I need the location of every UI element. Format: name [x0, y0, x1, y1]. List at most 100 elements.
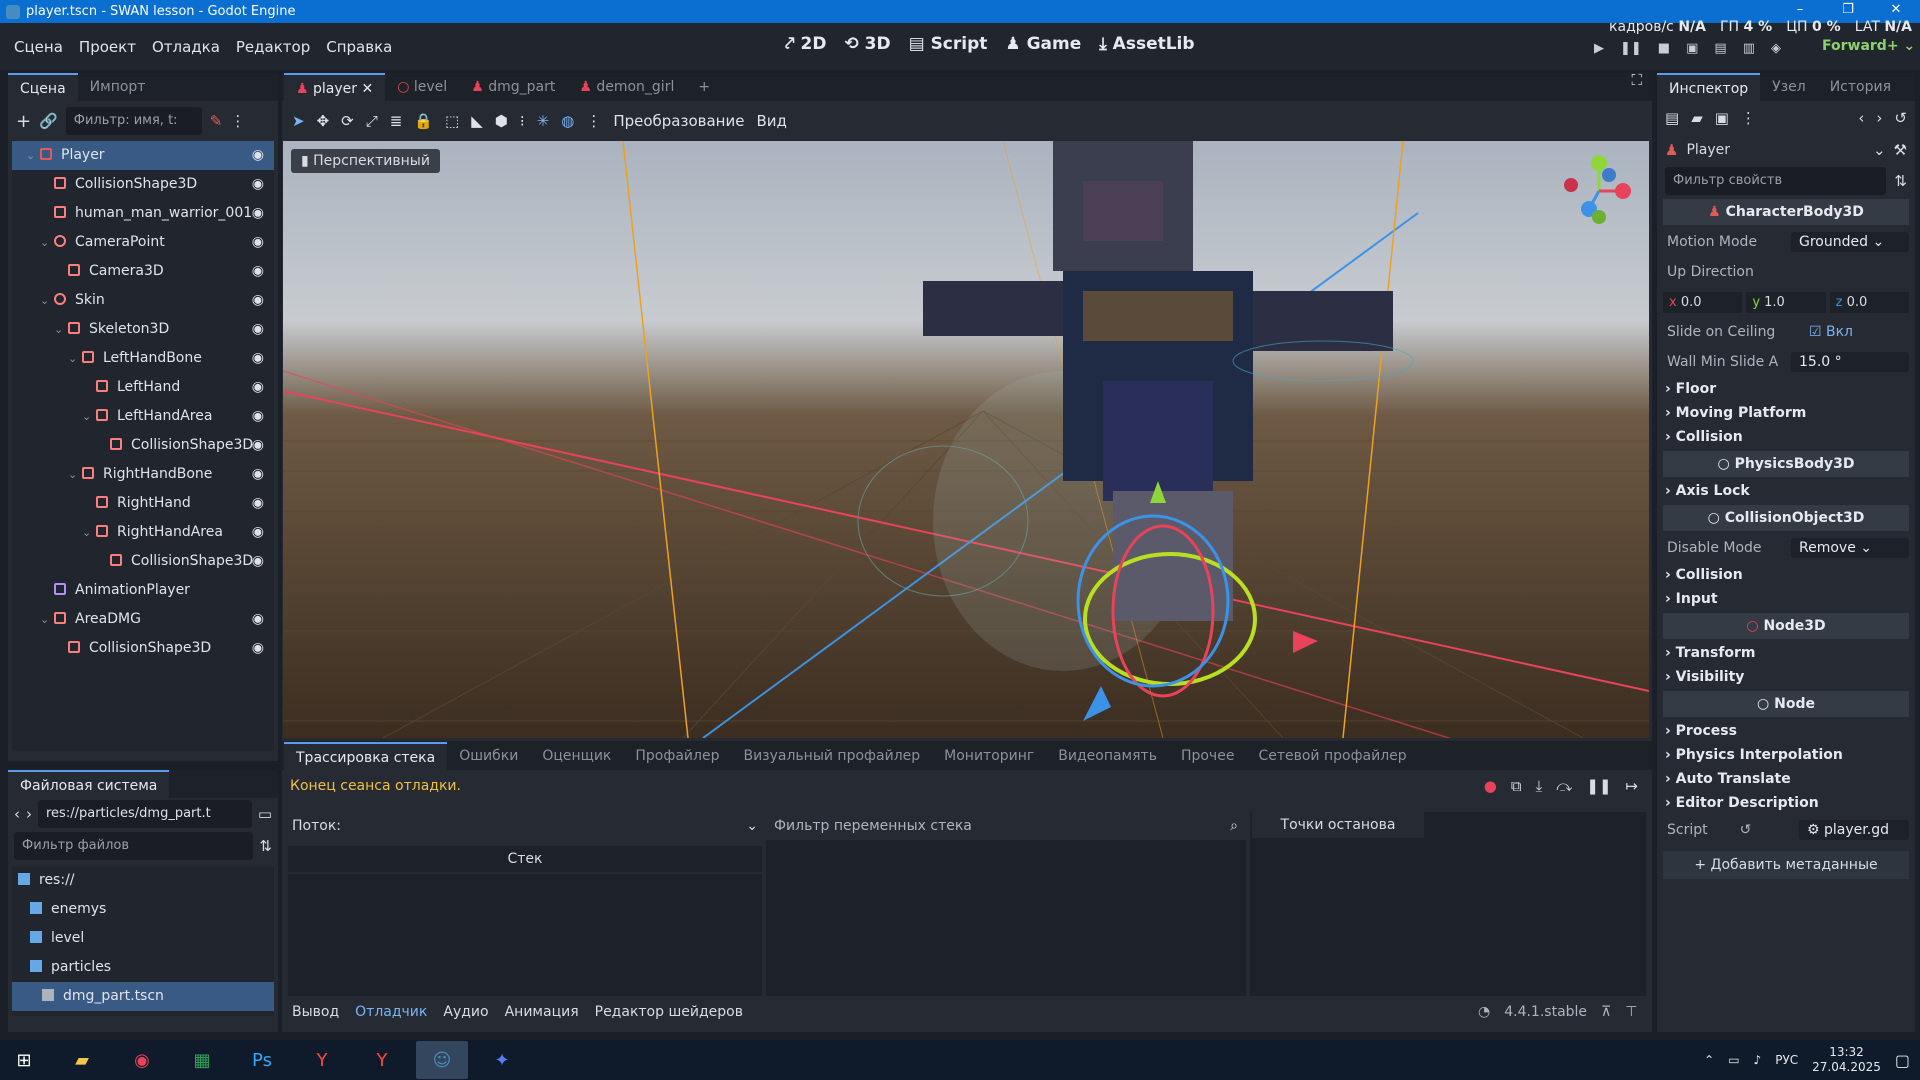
scale-tool-icon[interactable]: ⤢ — [366, 112, 378, 130]
list-select-icon[interactable]: ≣ — [390, 112, 403, 130]
select-tool-icon[interactable]: ➤ — [292, 112, 305, 130]
debugger-tab-0[interactable]: Трассировка стека — [284, 742, 448, 770]
pause-debug-icon[interactable]: ❚❚ — [1586, 777, 1611, 795]
open-folder-icon[interactable]: ▰ — [1691, 109, 1703, 127]
inspector-tab-1[interactable]: Узел — [1760, 73, 1818, 101]
history-back-icon[interactable]: ‹ — [1858, 109, 1864, 127]
scene-node-6[interactable]: ⌄ Skeleton3D ◉ — [12, 315, 274, 344]
stack-var-filter[interactable]: Фильтр переменных стека — [774, 818, 972, 834]
copy-icon[interactable]: ⧉ — [1511, 777, 1522, 795]
step-into-icon[interactable]: ⤓ — [1536, 777, 1543, 795]
scene-tab-demon_girl[interactable]: ♟ demon_girl — [567, 73, 686, 101]
section-floor[interactable]: › Floor — [1657, 377, 1915, 401]
class-header-node3d[interactable]: ○ Node3D — [1663, 613, 1909, 639]
axis-gizmo[interactable] — [1559, 151, 1639, 231]
visibility-eye-icon[interactable]: ◉ — [252, 344, 264, 373]
debugger-tab-8[interactable]: Сетевой профайлер — [1246, 742, 1418, 770]
visibility-eye-icon[interactable]: ◉ — [252, 286, 264, 315]
section-visibility[interactable]: › Visibility — [1657, 665, 1915, 689]
expand-arrow-icon[interactable]: ⌄ — [82, 402, 96, 431]
pin-icon[interactable]: ⊼ — [1601, 1004, 1611, 1020]
yandex-icon[interactable]: Y — [356, 1041, 408, 1079]
scene-node-13[interactable]: ⌄ RightHandArea ◉ — [12, 518, 274, 547]
section-input[interactable]: › Input — [1657, 587, 1915, 611]
workspace-game-button[interactable]: ♟ Game — [1005, 34, 1081, 54]
menu-item-2[interactable]: Отладка — [144, 38, 228, 56]
remote-debug-icon[interactable]: ▣ — [1686, 41, 1698, 56]
start-windows-icon[interactable]: ⊞ — [0, 1041, 48, 1079]
sun-icon[interactable]: ✳ — [537, 112, 550, 130]
class-header-collisionobject3d[interactable]: ○ CollisionObject3D — [1663, 505, 1909, 531]
continue-icon[interactable]: ↦ — [1625, 777, 1638, 795]
bottom-tab-0[interactable]: Вывод — [292, 1004, 339, 1020]
fullscreen-icon[interactable]: ⛶ — [1631, 71, 1642, 89]
scene-node-11[interactable]: ⌄ RightHandBone ◉ — [12, 460, 274, 489]
fs-item-1[interactable]: enemys — [12, 895, 274, 924]
visibility-eye-icon[interactable]: ◉ — [252, 315, 264, 344]
save-icon[interactable]: ▣ — [1715, 109, 1729, 127]
new-resource-icon[interactable]: ▤ — [1665, 109, 1679, 127]
scene-tab-player[interactable]: ♟ player ✕ — [284, 73, 386, 101]
rocket-app-icon[interactable]: ✦ — [476, 1041, 528, 1079]
scene-node-7[interactable]: ⌄ LeftHandBone ◉ — [12, 344, 274, 373]
play-icon[interactable]: ▶ — [1594, 41, 1604, 56]
section-editor-description[interactable]: › Editor Description — [1657, 791, 1915, 815]
tab-scene[interactable]: Сцена — [8, 73, 78, 101]
visibility-eye-icon[interactable]: ◉ — [252, 489, 264, 518]
scene-node-1[interactable]: CollisionShape3D ◉ — [12, 170, 274, 199]
add-scene-tab-icon[interactable]: + — [686, 73, 722, 101]
bottom-tab-1[interactable]: Отладчик — [355, 1004, 427, 1020]
fs-item-3[interactable]: particles — [12, 953, 274, 982]
tray-expand-icon[interactable]: ⌃ — [1704, 1053, 1714, 1067]
tool-icon[interactable]: ⚒ — [1894, 141, 1907, 159]
network-icon[interactable]: ▭ — [1728, 1053, 1739, 1067]
fs-item-2[interactable]: level — [12, 924, 274, 953]
step-over-icon[interactable]: ⤼ — [1556, 777, 1572, 795]
expand-panel-icon[interactable]: ⊤ — [1625, 1004, 1637, 1020]
transform-menu[interactable]: Преобразование — [613, 112, 744, 130]
visibility-eye-icon[interactable]: ◉ — [252, 141, 264, 170]
visibility-eye-icon[interactable]: ◉ — [252, 373, 264, 402]
class-header-characterbody3d[interactable]: ♟ CharacterBody3D — [1663, 199, 1909, 225]
fs-item-0[interactable]: res:// — [12, 866, 274, 895]
chrome-icon[interactable]: ◉ — [116, 1041, 168, 1079]
debugger-tab-7[interactable]: Прочее — [1169, 742, 1246, 770]
debugger-tab-4[interactable]: Визуальный профайлер — [731, 742, 932, 770]
scene-node-3[interactable]: ⌄ CameraPoint ◉ — [12, 228, 274, 257]
bottom-tab-2[interactable]: Аудио — [443, 1004, 488, 1020]
scene-node-14[interactable]: CollisionShape3D ◉ — [12, 547, 274, 576]
visibility-eye-icon[interactable]: ◉ — [252, 605, 264, 634]
inspector-tab-2[interactable]: История — [1818, 73, 1903, 101]
menu-item-0[interactable]: Сцена — [6, 38, 71, 56]
expand-arrow-icon[interactable]: ⌄ — [26, 141, 40, 170]
visibility-eye-icon[interactable]: ◉ — [252, 199, 264, 228]
excel-icon[interactable]: ▦ — [176, 1041, 228, 1079]
visibility-eye-icon[interactable]: ◉ — [252, 257, 264, 286]
pause-icon[interactable]: ❚❚ — [1620, 41, 1642, 56]
debugger-tab-5[interactable]: Мониторинг — [932, 742, 1046, 770]
scene-node-5[interactable]: ⌄ Skin ◉ — [12, 286, 274, 315]
disable-mode-select[interactable]: Remove ⌄ — [1791, 538, 1909, 558]
play-custom-icon[interactable]: ▥ — [1743, 41, 1755, 56]
workspace-3d-button[interactable]: ⟲ 3D — [844, 34, 890, 54]
language-indicator[interactable]: РУС — [1775, 1053, 1798, 1067]
view-menu[interactable]: Вид — [756, 112, 786, 130]
renderer-select[interactable]: Forward+ ⌄ — [1822, 38, 1915, 54]
debugger-tab-3[interactable]: Профайлер — [623, 742, 731, 770]
expand-arrow-icon[interactable]: ⌄ — [40, 605, 54, 634]
section-moving-platform[interactable]: › Moving Platform — [1657, 401, 1915, 425]
rotate-tool-icon[interactable]: ⟳ — [341, 112, 354, 130]
ruler-icon[interactable]: ◣ — [471, 112, 483, 130]
bottom-tab-3[interactable]: Анимация — [505, 1004, 579, 1020]
group-icon[interactable]: ⬚ — [445, 112, 459, 130]
scene-node-12[interactable]: RightHand ◉ — [12, 489, 274, 518]
photoshop-icon[interactable]: Ps — [236, 1041, 288, 1079]
section-collision-2[interactable]: › Collision — [1657, 563, 1915, 587]
yandex-browser-icon[interactable]: Y — [296, 1041, 348, 1079]
scene-node-15[interactable]: AnimationPlayer — [12, 576, 274, 605]
workspace-assetlib-button[interactable]: ⤓ AssetLib — [1099, 34, 1194, 54]
expand-arrow-icon[interactable]: ⌄ — [68, 344, 82, 373]
back-icon[interactable]: ‹ — [14, 805, 20, 823]
add-metadata-button[interactable]: + Добавить метаданные — [1663, 851, 1909, 879]
add-node-icon[interactable]: + — [16, 111, 31, 132]
